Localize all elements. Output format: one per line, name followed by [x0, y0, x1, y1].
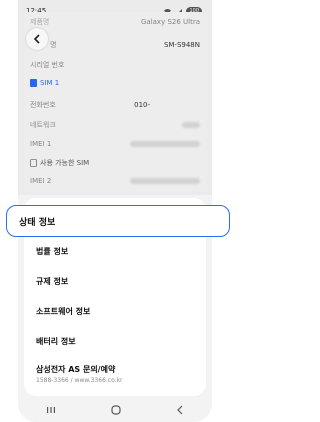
imei1-value-blurred: [130, 141, 200, 147]
sim1-label: SIM 1: [40, 79, 60, 87]
sim-card-icon: [30, 79, 37, 87]
model-number-value: SM-S948N: [163, 41, 200, 49]
list-item-regulatory[interactable]: 규제 정보: [36, 276, 68, 287]
model-number-label: 명: [50, 41, 57, 49]
model-number-row: 명 SM-S948N: [30, 40, 200, 50]
list-item-battery[interactable]: 배터리 정보: [36, 336, 76, 347]
home-icon[interactable]: [111, 405, 121, 415]
list-item-samsung-as[interactable]: 삼성전자 AS 문의/예약: [36, 364, 115, 375]
network-row: 네트워크: [30, 120, 200, 130]
model-name-row: 제품명 Galaxy S26 Ultra: [30, 17, 200, 27]
model-name-value: Galaxy S26 Ultra: [140, 18, 200, 26]
sim1-section-tag: SIM 1: [30, 79, 59, 87]
imei1-label: IMEI 1: [30, 140, 52, 148]
network-label: 네트워크: [30, 121, 56, 129]
imei2-row: IMEI 2: [30, 177, 200, 185]
available-sim-label: 사용 가능한 SIM: [40, 159, 90, 167]
back-nav-icon[interactable]: [176, 405, 184, 415]
recents-icon[interactable]: [46, 406, 56, 414]
phone-number-label: 전화번호: [30, 101, 56, 109]
imei2-value-blurred: [130, 178, 200, 184]
samsung-as-contact: 1588-3366 / www.3366.co.kr: [36, 377, 123, 384]
serial-row: 시리얼 번호: [30, 60, 200, 70]
phone-number-value: 010-: [134, 101, 150, 109]
phone-number-row: 전화번호 010-: [30, 100, 200, 110]
model-name-label: 제품명: [30, 18, 50, 26]
sim-outline-icon: [30, 159, 37, 167]
network-value-blurred: [182, 122, 200, 128]
imei1-row: IMEI 1: [30, 140, 200, 148]
imei2-label: IMEI 2: [30, 177, 52, 185]
serial-label: 시리얼 번호: [30, 61, 65, 69]
list-item-legal[interactable]: 법률 정보: [36, 246, 68, 257]
available-sim-section-tag: 사용 가능한 SIM: [30, 158, 89, 168]
list-item-software[interactable]: 소프트웨어 정보: [36, 306, 90, 317]
status-info-item-highlighted[interactable]: 상태 정보: [6, 205, 230, 237]
status-info-label: 상태 정보: [19, 217, 56, 228]
navigation-bar: [18, 398, 212, 422]
